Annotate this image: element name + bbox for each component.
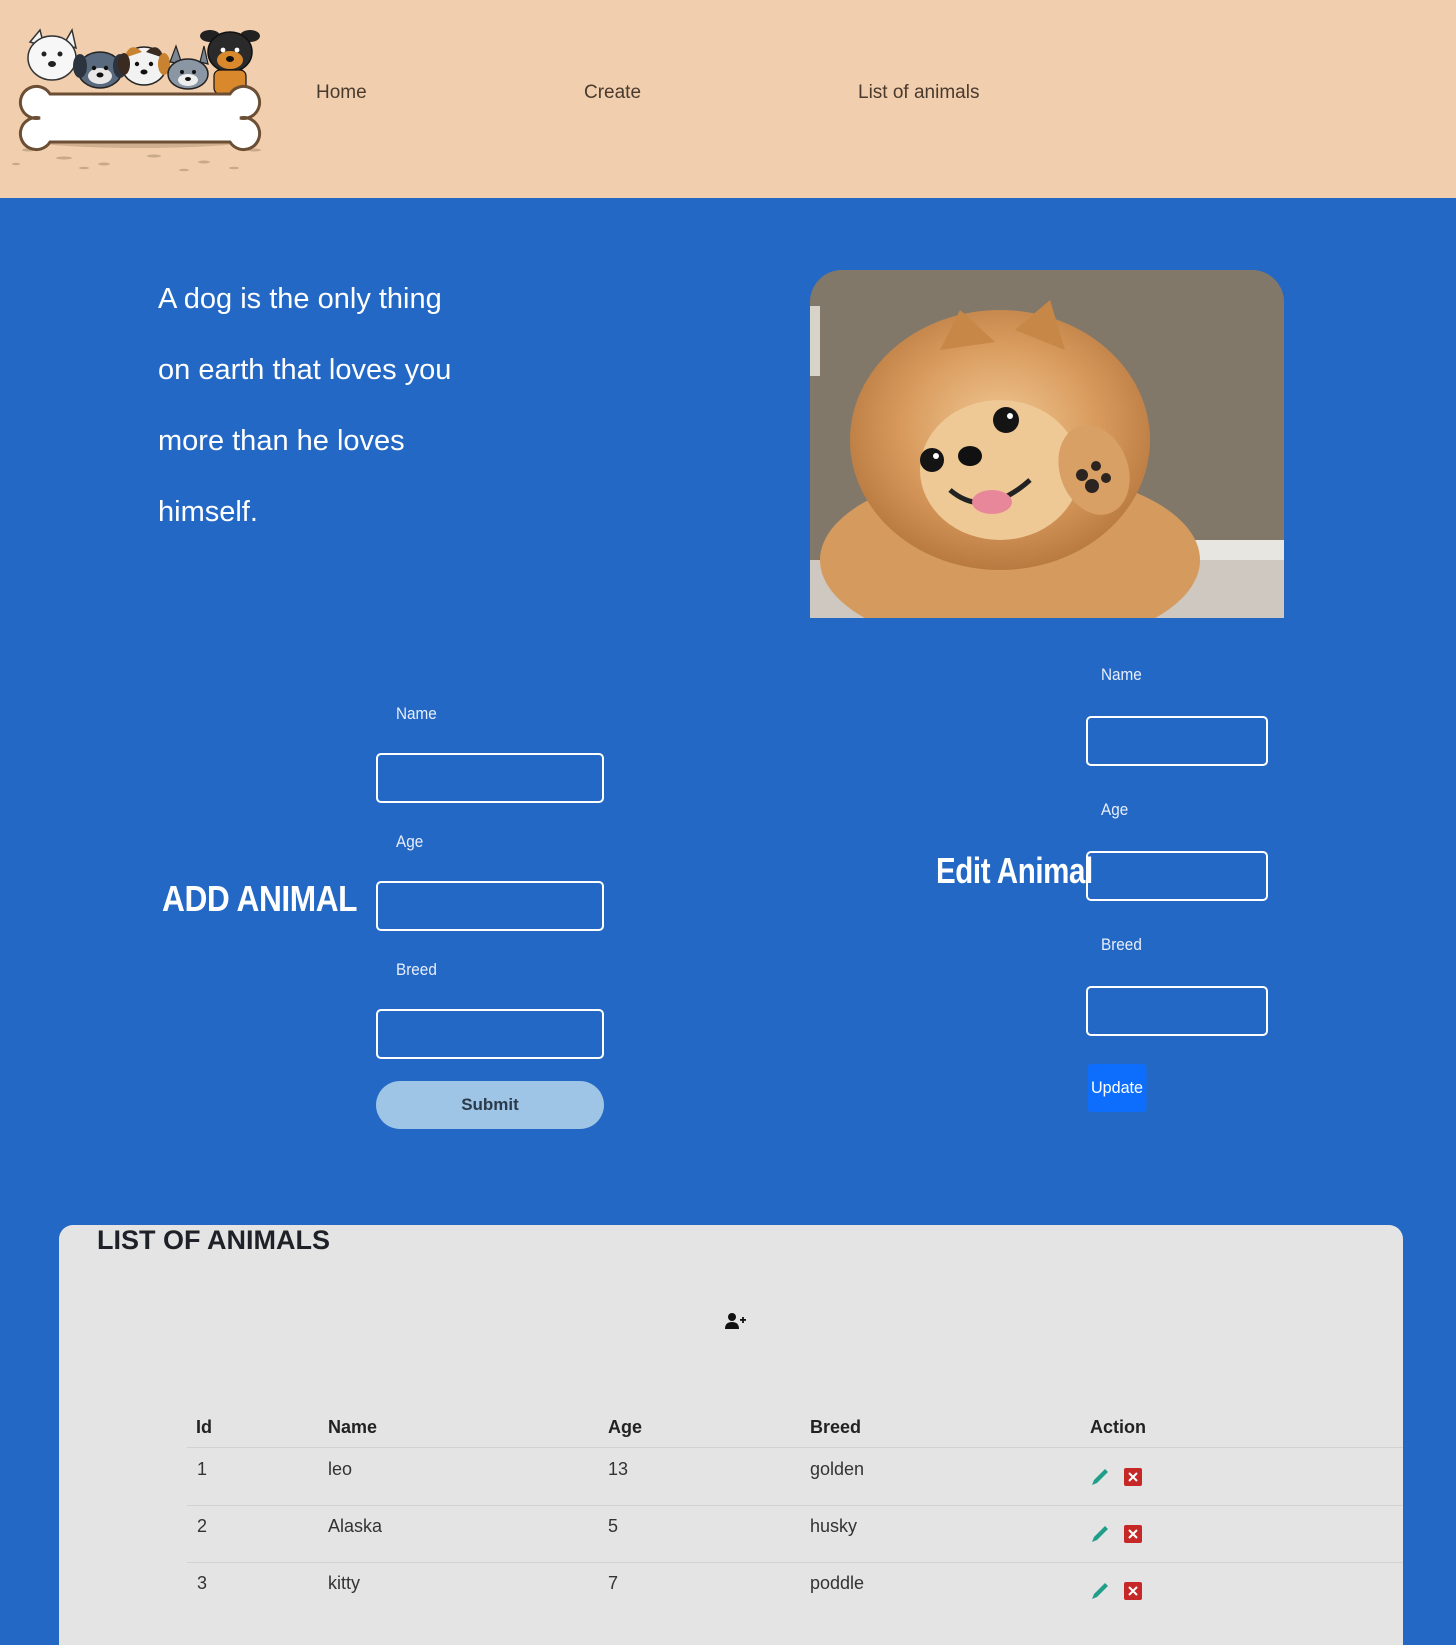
pencil-icon[interactable] bbox=[1090, 1467, 1110, 1492]
cell-age: 5 bbox=[608, 1516, 619, 1536]
cell-name: kitty bbox=[328, 1573, 361, 1593]
animals-list-panel: LIST OF ANIMALS Id Name Age Breed Action… bbox=[59, 1225, 1403, 1645]
add-user-icon[interactable] bbox=[723, 1309, 747, 1333]
nav-create[interactable]: Create bbox=[584, 82, 641, 104]
header: Home Create List of animals bbox=[0, 0, 1456, 198]
delete-x-icon[interactable] bbox=[1124, 1525, 1142, 1548]
edit-animal-title: Edit Animal bbox=[936, 850, 1093, 891]
cell-breed: golden bbox=[810, 1459, 865, 1479]
dog-photo bbox=[810, 270, 1284, 618]
pencil-icon[interactable] bbox=[1090, 1581, 1110, 1606]
edit-age-label: Age bbox=[1101, 800, 1129, 819]
cell-age: 7 bbox=[608, 1573, 619, 1593]
cell-name: leo bbox=[328, 1459, 353, 1479]
edit-name-input[interactable] bbox=[1086, 716, 1268, 766]
pencil-icon[interactable] bbox=[1090, 1524, 1110, 1549]
quote-line: on earth that loves you bbox=[158, 354, 452, 386]
add-name-input[interactable] bbox=[376, 753, 604, 803]
delete-x-icon[interactable] bbox=[1124, 1468, 1142, 1491]
cell-name: Alaska bbox=[328, 1516, 383, 1536]
cell-id: 3 bbox=[197, 1573, 208, 1593]
update-button[interactable]: Update bbox=[1087, 1064, 1147, 1112]
add-name-label: Name bbox=[396, 704, 437, 723]
cell-id: 2 bbox=[197, 1516, 208, 1536]
add-age-label: Age bbox=[396, 832, 424, 851]
add-breed-label: Breed bbox=[396, 960, 437, 979]
nav-home[interactable]: Home bbox=[316, 82, 367, 104]
row-divider bbox=[187, 1505, 1403, 1506]
column-header-name: Name bbox=[328, 1417, 378, 1437]
edit-breed-label: Breed bbox=[1101, 935, 1142, 954]
list-title: LIST OF ANIMALS bbox=[97, 1225, 330, 1255]
add-animal-title: ADD ANIMAL bbox=[162, 878, 358, 919]
column-header-age: Age bbox=[608, 1417, 643, 1437]
cell-breed: husky bbox=[810, 1516, 858, 1536]
edit-breed-input[interactable] bbox=[1086, 986, 1268, 1036]
edit-name-label: Name bbox=[1101, 665, 1142, 684]
submit-button[interactable]: Submit bbox=[376, 1081, 604, 1129]
row-divider bbox=[187, 1447, 1403, 1448]
add-breed-input[interactable] bbox=[376, 1009, 604, 1059]
column-header-id: Id bbox=[196, 1417, 212, 1437]
delete-x-icon[interactable] bbox=[1124, 1582, 1142, 1605]
row-divider bbox=[187, 1562, 1403, 1563]
column-header-action: Action bbox=[1090, 1417, 1146, 1437]
cell-breed: poddle bbox=[810, 1573, 865, 1593]
quote-line: more than he loves bbox=[158, 425, 405, 457]
cell-id: 1 bbox=[197, 1459, 208, 1479]
logo-dogs-on-bone[interactable] bbox=[4, 22, 280, 178]
quote-line: A dog is the only thing bbox=[158, 283, 442, 315]
nav-list-of-animals[interactable]: List of animals bbox=[858, 82, 979, 104]
add-age-input[interactable] bbox=[376, 881, 604, 931]
cell-age: 13 bbox=[608, 1459, 629, 1479]
column-header-breed: Breed bbox=[810, 1417, 862, 1437]
edit-age-input[interactable] bbox=[1086, 851, 1268, 901]
quote-line: himself. bbox=[158, 496, 258, 528]
